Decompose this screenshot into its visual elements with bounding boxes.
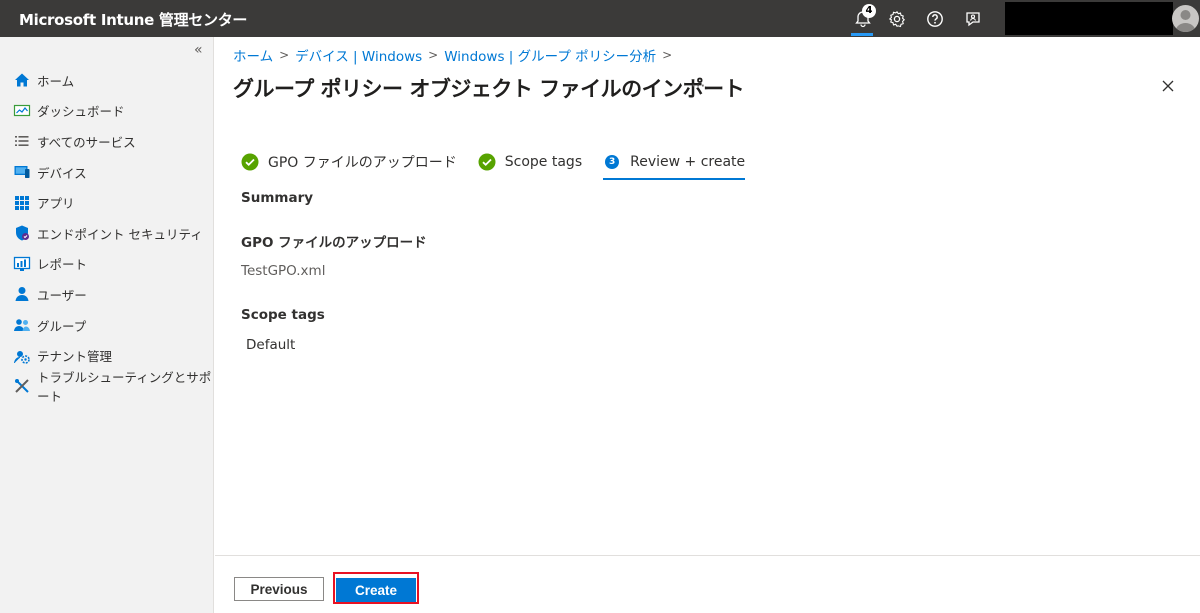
sidebar-item-home[interactable]: ホーム [0,65,214,96]
sidebar-item-label: アプリ [37,196,75,212]
chevron-right-icon: > [662,48,673,62]
sidebar: « ホーム ダッシュボード すべてのサービス デバイス アプリ エンドポイント … [0,37,214,613]
list-icon [13,132,31,150]
sidebar-item-label: レポート [37,257,88,273]
sidebar-item-reports[interactable]: レポート [0,249,214,280]
group-icon [13,316,31,334]
step-review-create[interactable]: 3 Review + create [603,150,746,180]
previous-button[interactable]: Previous [234,577,324,601]
top-bar: Microsoft Intune 管理センター 4 [0,0,1200,37]
help-icon [927,11,943,27]
sidebar-item-dashboard[interactable]: ダッシュボード [0,96,214,127]
avatar[interactable] [1172,5,1199,32]
sidebar-item-troubleshooting[interactable]: トラブルシューティングとサポート [0,370,214,404]
apps-grid-icon [13,194,31,212]
sidebar-item-devices[interactable]: デバイス [0,157,214,188]
sidebar-item-label: テナント管理 [37,349,113,365]
section-value-gpo-file: TestGPO.xml [241,263,326,279]
sidebar-item-apps[interactable]: アプリ [0,187,214,218]
sidebar-item-label: すべてのサービス [37,134,136,150]
step-gpo-upload[interactable]: GPO ファイルのアップロード [241,150,457,174]
summary-heading: Summary [241,190,314,206]
breadcrumb-home[interactable]: ホーム [233,45,273,65]
shield-icon [13,224,31,242]
wrench-icon [13,377,31,395]
user-icon [13,285,31,303]
more-options-button[interactable]: ··· [691,77,705,95]
sidebar-item-users[interactable]: ユーザー [0,279,214,310]
sidebar-item-label: エンドポイント セキュリティ [37,226,203,242]
create-button[interactable]: Create [336,578,416,602]
section-title-scope-tags: Scope tags [241,307,325,323]
help-button[interactable] [922,6,948,32]
sidebar-item-label: ダッシュボード [37,104,125,120]
account-name[interactable] [1005,2,1173,35]
sidebar-item-label: トラブルシューティングとサポート [37,370,212,405]
sidebar-item-endpoint-security[interactable]: エンドポイント セキュリティ [0,218,214,249]
sidebar-item-groups[interactable]: グループ [0,310,214,341]
breadcrumb-group-policy-analytics[interactable]: Windows | グループ ポリシー分析 [444,45,656,65]
sidebar-item-label: デバイス [37,165,87,181]
step-label: Scope tags [504,154,583,170]
user-avatar-icon [1175,10,1196,32]
notifications-active-indicator [851,33,873,36]
notifications-button[interactable]: 4 [850,4,876,32]
dashboard-icon [13,102,31,120]
sidebar-item-all-services[interactable]: すべてのサービス [0,126,214,157]
step-number: 3 [605,155,620,169]
step-label: GPO ファイルのアップロード [268,155,457,171]
step-scope-tags[interactable]: Scope tags [478,150,582,174]
chevron-right-icon: > [279,48,290,62]
close-icon [1162,80,1174,92]
breadcrumb-devices-windows[interactable]: デバイス | Windows [295,45,422,65]
app-title[interactable]: Microsoft Intune 管理センター [19,9,247,30]
device-icon [13,163,31,181]
step-label: Review + create [630,154,746,170]
sidebar-nav: ホーム ダッシュボード すべてのサービス デバイス アプリ エンドポイント セキ… [0,65,214,404]
step-number-indicator: 3 [603,153,621,171]
section-value-scope-tags: Default [246,337,296,353]
checkmark-circle-icon [478,153,496,171]
section-title-gpo-upload: GPO ファイルのアップロード [241,235,427,251]
collapse-sidebar-button[interactable]: « [194,42,203,58]
sidebar-item-label: ユーザー [37,287,87,303]
notification-badge: 4 [862,4,876,18]
breadcrumb: ホーム > デバイス | Windows > Windows | グループ ポリ… [233,45,678,65]
main-content: ホーム > デバイス | Windows > Windows | グループ ポリ… [215,37,1200,613]
checkmark-circle-icon [241,153,259,171]
close-button[interactable] [1159,77,1177,95]
sidebar-item-label: グループ [37,318,87,334]
tenant-gear-icon [13,347,31,365]
feedback-button[interactable] [960,6,986,32]
report-icon [13,255,31,273]
sidebar-item-label: ホーム [37,73,75,89]
home-icon [13,71,31,89]
settings-button[interactable] [884,6,910,32]
chevron-right-icon: > [428,48,439,62]
wizard-steps: GPO ファイルのアップロード Scope tags 3 Review + cr… [241,150,766,180]
feedback-icon [966,12,980,27]
page-title: グループ ポリシー オブジェクト ファイルのインポート [233,77,745,101]
gear-icon [888,10,905,28]
footer-bar: Previous Create [215,555,1200,613]
